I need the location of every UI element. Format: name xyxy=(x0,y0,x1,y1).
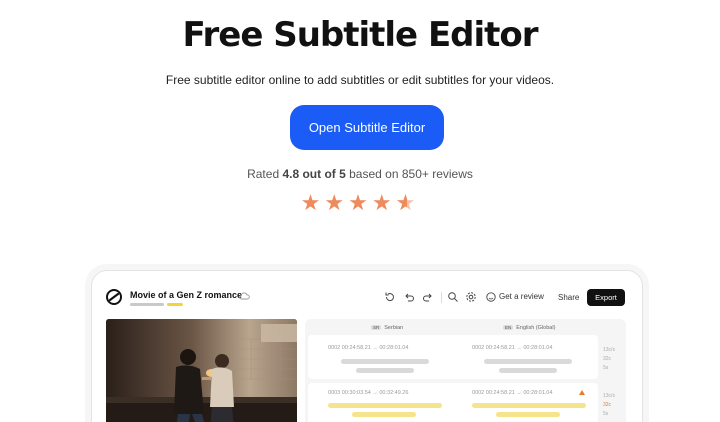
translation-text-line xyxy=(499,368,557,373)
source-text-line xyxy=(356,368,414,373)
translation-text-line xyxy=(484,359,572,364)
timestamp: 0002 00:24:58.21 → 00:28:01.04 xyxy=(472,345,553,351)
rating-value: 4.8 out of 5 xyxy=(282,167,346,181)
warning-icon xyxy=(579,390,585,395)
editor-preview: Movie of a Gen Z romance Get a review Sh… xyxy=(91,270,643,422)
source-text-line xyxy=(352,412,416,417)
source-text-line xyxy=(341,359,429,364)
row-stats: 13c/s 32c 5s xyxy=(603,393,615,417)
video-frame-image xyxy=(106,319,297,422)
get-review-button[interactable]: Get a review xyxy=(499,292,544,301)
page-subtitle: Free subtitle editor online to add subti… xyxy=(165,73,555,87)
undo-icon[interactable] xyxy=(403,291,415,303)
column-header-english[interactable]: EN English (Global) xyxy=(503,325,555,331)
search-icon[interactable] xyxy=(447,291,459,303)
history-icon[interactable] xyxy=(384,291,396,303)
smile-icon xyxy=(486,292,496,302)
open-subtitle-editor-button[interactable]: Open Subtitle Editor xyxy=(290,105,444,150)
timestamp: 0002 00:24:58.21 → 00:28:01.04 xyxy=(472,390,553,396)
editor-toolbar: Movie of a Gen Z romance Get a review Sh… xyxy=(92,271,642,319)
progress-bar-highlight xyxy=(167,303,183,306)
progress-bar xyxy=(130,303,164,306)
subtitle-row-active[interactable]: 0003 00:30:03.54 → 00:32:49.26 0002 00:2… xyxy=(308,383,598,422)
rating-prefix: Rated xyxy=(247,167,283,181)
project-title[interactable]: Movie of a Gen Z romance xyxy=(130,290,242,300)
share-button[interactable]: Share xyxy=(558,293,579,302)
source-text-line xyxy=(328,403,442,408)
star-icon: ★ xyxy=(300,190,325,215)
subtitle-table: SR Serbian EN English (Global) 0002 00:24:… xyxy=(305,319,626,422)
column-header-serbian[interactable]: SR Serbian xyxy=(371,325,403,331)
star-rating: ★★★★★ xyxy=(0,190,720,216)
toolbar-divider xyxy=(441,292,442,303)
rating-text: Rated 4.8 out of 5 based on 850+ reviews xyxy=(0,167,720,181)
export-button[interactable]: Export xyxy=(587,289,625,306)
translation-text-line xyxy=(496,412,560,417)
page-title: Free Subtitle Editor xyxy=(182,15,538,55)
rating-suffix: based on 850+ reviews xyxy=(345,167,473,181)
star-icon: ★ xyxy=(324,190,349,215)
timestamp: 0002 00:24:58.21 → 00:28:01.04 xyxy=(328,345,409,351)
gear-icon[interactable] xyxy=(465,291,477,303)
translation-text-line xyxy=(472,403,586,408)
subtitle-row[interactable]: 0002 00:24:58.21 → 00:28:01.04 0002 00:2… xyxy=(308,335,598,379)
star-icon: ★ xyxy=(371,190,396,215)
timestamp: 0003 00:30:03.54 → 00:32:49.26 xyxy=(328,390,409,396)
cloud-icon xyxy=(239,292,250,300)
half-star-icon: ★ xyxy=(396,190,420,216)
star-icon: ★ xyxy=(348,190,372,215)
video-preview[interactable] xyxy=(106,319,297,422)
logo-icon xyxy=(106,289,122,305)
redo-icon[interactable] xyxy=(422,291,434,303)
row-stats: 13c/s 32c 5s xyxy=(603,347,615,371)
